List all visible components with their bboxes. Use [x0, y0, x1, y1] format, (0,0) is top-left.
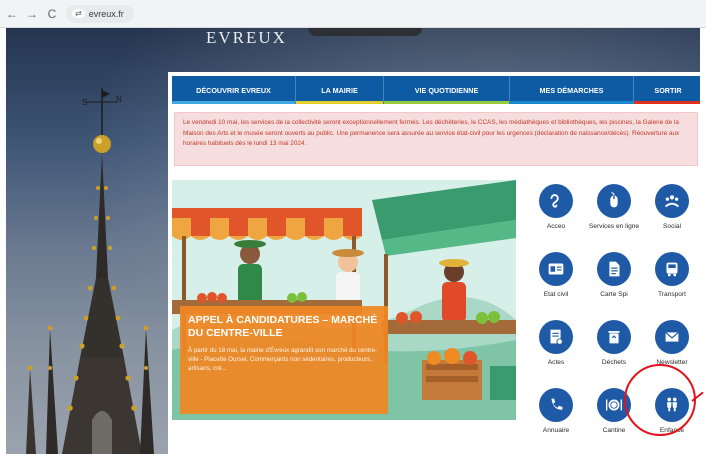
quick-link-services-en-ligne[interactable]: Services en ligne: [586, 184, 642, 254]
quick-link-transport[interactable]: Transport: [644, 252, 700, 322]
quick-link-label: Cantine: [602, 427, 626, 434]
quick-link-social[interactable]: Social: [644, 184, 700, 254]
svg-text:N: N: [116, 95, 122, 104]
nav-accent-bar: [296, 101, 383, 104]
ear-icon: [539, 184, 573, 218]
site-logo[interactable]: EVREUX: [206, 28, 287, 48]
nav-item-label: VIE QUOTIDIENNE: [414, 85, 479, 95]
nav-accent-bar: [634, 101, 700, 104]
nav-item-label: SORTIR: [654, 85, 682, 95]
site-info-icon[interactable]: ⇄: [72, 9, 85, 18]
hero-card[interactable]: APPEL À CANDIDATURES – MARCHÉ DU CENTRE-…: [172, 180, 516, 420]
nav-item-vie-quotidienne[interactable]: VIE QUOTIDIENNE: [384, 76, 510, 104]
back-button[interactable]: ←: [6, 7, 18, 21]
nav-item-la-mairie[interactable]: LA MAIRIE: [296, 76, 384, 104]
nav-item-sortir[interactable]: SORTIR: [634, 76, 700, 104]
nav-item-label: LA MAIRIE: [321, 85, 358, 95]
quick-link-actes[interactable]: Actes: [528, 320, 584, 390]
bus-icon: [655, 252, 689, 286]
quick-link-carte-spi[interactable]: Carte Spi: [586, 252, 642, 322]
quick-link-label: Acceo: [546, 223, 566, 230]
content-panel: DÉCOUVRIR EVREUX LA MAIRIE VIE QUOTIDIEN…: [168, 72, 700, 454]
quick-link-label: Déchets: [601, 359, 627, 366]
quick-link-etat-civil[interactable]: Etat civil: [528, 252, 584, 322]
forward-button[interactable]: →: [26, 7, 38, 21]
reload-button[interactable]: C: [46, 7, 58, 21]
certificate-icon: [539, 320, 573, 354]
community-icon: [655, 184, 689, 218]
quick-link-label: Social: [663, 223, 681, 230]
top-decoration: [308, 28, 422, 36]
quick-link-label: Actes: [547, 359, 565, 366]
quick-link-label: Services en ligne: [588, 223, 640, 230]
recycling-bin-icon: [597, 320, 631, 354]
main-navigation: DÉCOUVRIR EVREUX LA MAIRIE VIE QUOTIDIEN…: [172, 76, 700, 104]
quick-link-acceo[interactable]: Acceo: [528, 184, 584, 254]
nav-item-decouvrir-evreux[interactable]: DÉCOUVRIR EVREUX: [172, 76, 296, 104]
mouse-icon: [597, 184, 631, 218]
quick-link-label: Annuaire: [542, 427, 570, 434]
nav-item-label: MES DÉMARCHES: [539, 85, 604, 95]
id-card-icon: [539, 252, 573, 286]
address-bar[interactable]: ⇄ evreux.fr: [66, 4, 134, 23]
phone-icon: [539, 388, 573, 422]
page-viewport: S N EVREUX DÉCOUVRIR EVREUX LA MAIRIE VI…: [6, 28, 700, 454]
highlight-circle-annotation: [624, 364, 696, 436]
closure-alert: Le vendredi 10 mai, les services de la c…: [174, 112, 698, 166]
cathedral-spire-image: S N: [26, 88, 154, 454]
nav-accent-bar: [510, 101, 633, 104]
address-text: evreux.fr: [88, 8, 124, 19]
nav-item-mes-demarches[interactable]: MES DÉMARCHES: [510, 76, 634, 104]
quick-link-label: Etat civil: [543, 291, 569, 298]
hero-caption[interactable]: APPEL À CANDIDATURES – MARCHÉ DU CENTRE-…: [180, 306, 388, 414]
nav-accent-bar: [384, 101, 509, 104]
document-icon: [597, 252, 631, 286]
quick-link-label: Transport: [658, 291, 686, 298]
hero-description: À partir du 18 mai, la mairie d'Évreux a…: [188, 347, 377, 372]
browser-toolbar: ← → C ⇄ evreux.fr: [0, 0, 706, 28]
svg-text:S: S: [82, 98, 87, 107]
quick-link-annuaire[interactable]: Annuaire: [528, 388, 584, 454]
nav-accent-bar: [172, 101, 295, 104]
hero-title[interactable]: APPEL À CANDIDATURES – MARCHÉ DU CENTRE-…: [188, 314, 380, 340]
nav-item-label: DÉCOUVRIR EVREUX: [196, 85, 271, 95]
quick-link-label: Carte Spi: [600, 291, 628, 298]
mail-icon: [655, 320, 689, 354]
